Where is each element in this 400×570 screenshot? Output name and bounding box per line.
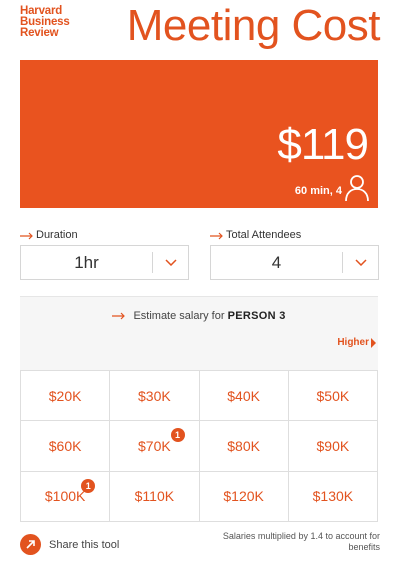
share-tool-link[interactable]: Share this tool — [20, 534, 119, 555]
benefits-footnote: Salaries multiplied by 1.4 to account fo… — [222, 531, 380, 552]
chevron-down-icon — [354, 259, 367, 266]
salary-option[interactable]: $70K 1 — [110, 421, 200, 472]
attendees-label: Total Attendees — [210, 229, 301, 242]
higher-label: Higher — [337, 337, 369, 348]
salary-option[interactable]: $40K — [199, 371, 289, 422]
salary-option[interactable]: $90K — [288, 421, 378, 472]
salary-option-label: $60K — [48, 437, 82, 454]
estimate-prompt-text: Estimate salary for — [133, 310, 225, 322]
salary-option-label: $30K — [138, 387, 171, 404]
salary-option-label: $70K — [138, 437, 171, 454]
duration-label: Duration — [20, 229, 78, 242]
caret-right-icon — [371, 338, 376, 348]
hbr-logo[interactable]: Harvard Business Review — [20, 5, 70, 39]
duration-value: 1hr — [74, 253, 99, 272]
arrow-right-icon — [210, 232, 223, 239]
estimate-salary-prompt: Estimate salary for PERSON 3 — [20, 310, 378, 323]
page-title: Meeting Cost — [126, 1, 381, 50]
duration-dropdown-toggle[interactable] — [153, 246, 188, 279]
logo-line-3: Review — [20, 27, 59, 39]
salary-option[interactable]: $110K — [110, 471, 200, 522]
salary-option[interactable]: $20K — [21, 371, 111, 422]
duration-select[interactable]: 1hr — [20, 245, 189, 280]
attendees-value: 4 — [271, 253, 282, 272]
salary-grid: $20K $30K $40K $50K $60K $70K 1 $80K $90K… — [20, 370, 378, 522]
salary-option-label: $100K — [44, 488, 86, 505]
chevron-down-icon — [164, 259, 177, 266]
arrow-right-icon — [112, 312, 126, 320]
attendees-label-text: Total Attendees — [226, 229, 302, 241]
salary-panel: Estimate salary for PERSON 3 Higher — [20, 296, 378, 370]
cost-panel: $119 60 min, 4 — [20, 60, 378, 208]
salary-option[interactable]: $120K — [199, 471, 289, 522]
attendees-select[interactable]: 4 — [210, 245, 379, 280]
salary-option-label: $120K — [223, 488, 264, 505]
share-arrow-icon[interactable] — [20, 534, 41, 555]
person-label: PERSON 3 — [227, 310, 286, 322]
share-label: Share this tool — [49, 538, 120, 551]
salary-option[interactable]: $50K — [288, 371, 378, 422]
arrow-up-right-icon — [26, 540, 35, 549]
salary-option[interactable]: $30K — [110, 371, 200, 422]
salary-option[interactable]: $100K 1 — [21, 471, 111, 522]
person-icon — [345, 175, 369, 202]
salary-option[interactable]: $130K — [288, 471, 378, 522]
duration-label-text: Duration — [36, 229, 78, 241]
cost-summary: 60 min, 4 — [294, 185, 342, 197]
attendees-dropdown-toggle[interactable] — [343, 246, 378, 279]
salary-option[interactable]: $60K — [21, 421, 111, 472]
count-badge: 1 — [170, 428, 185, 443]
cost-amount: $119 — [277, 120, 369, 169]
salary-option-label: $130K — [312, 488, 354, 505]
salary-option-label: $90K — [316, 437, 350, 454]
salary-option-label: $40K — [227, 387, 260, 404]
count-badge: 1 — [81, 478, 96, 493]
arrow-right-icon — [20, 232, 33, 239]
higher-button[interactable]: Higher — [337, 337, 376, 349]
salary-option-label: $50K — [316, 387, 350, 404]
salary-option-label: $80K — [227, 437, 260, 454]
salary-option[interactable]: $80K — [199, 421, 289, 472]
salary-option-label: $20K — [48, 387, 82, 404]
salary-option-label: $110K — [134, 488, 175, 505]
